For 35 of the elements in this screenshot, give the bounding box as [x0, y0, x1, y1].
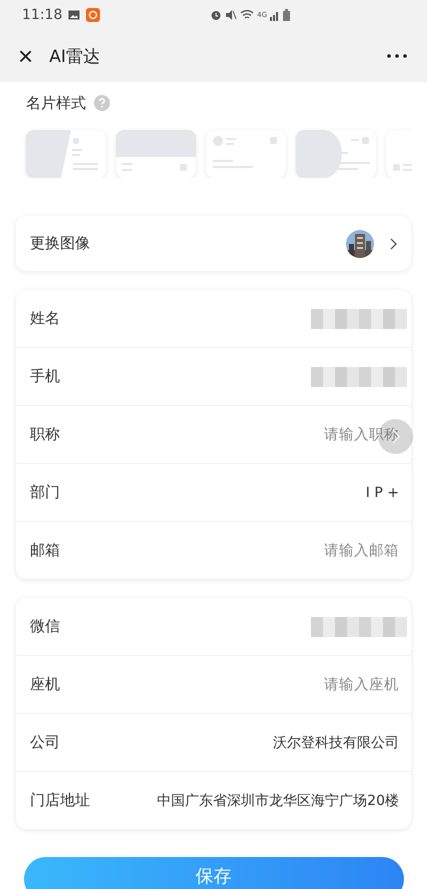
row-label: 更换图像 — [30, 234, 90, 253]
signal-icon — [270, 10, 280, 20]
input-field[interactable]: 请输入邮箱 — [323, 542, 399, 558]
alarm-icon — [210, 9, 222, 21]
page-title: AI雷达 — [49, 46, 100, 68]
chevron-right-icon — [390, 238, 397, 250]
field-label: 职称 — [30, 425, 60, 444]
field-label: 姓名 — [30, 309, 60, 328]
card-style-option[interactable] — [26, 130, 106, 178]
field-label: 部门 — [30, 483, 60, 502]
more-icon[interactable] — [387, 54, 407, 58]
app-icon — [86, 8, 100, 22]
mute-icon — [225, 9, 238, 21]
status-time: 11:18 — [22, 7, 62, 23]
field-label: 手机 — [30, 367, 60, 386]
card-style-option[interactable] — [296, 130, 376, 178]
field-label: 门店地址 — [30, 791, 90, 810]
input-field[interactable]: I P + — [296, 484, 399, 500]
section-title: 名片样式 — [26, 94, 86, 112]
field-label: 微信 — [30, 617, 60, 636]
field-label: 公司 — [30, 733, 60, 752]
field-label: 座机 — [30, 675, 60, 694]
close-button[interactable]: × — [10, 43, 42, 69]
help-icon[interactable] — [94, 95, 110, 111]
card-style-option[interactable] — [206, 130, 286, 178]
input-field[interactable]: 请输入职称 — [323, 426, 399, 442]
input-field[interactable]: 请输入座机 — [323, 676, 399, 692]
change-avatar-row[interactable]: 更换图像 — [16, 216, 411, 271]
input-field[interactable]: 中国广东省深圳市龙华区海宁广场20楼 — [137, 792, 399, 808]
input-field[interactable]: 沃尔登科技有限公司 — [239, 734, 399, 750]
card-style-option[interactable] — [116, 130, 196, 178]
wifi-icon — [240, 9, 254, 21]
battery-icon — [283, 9, 290, 21]
image-icon — [68, 10, 80, 20]
field-label: 邮箱 — [30, 541, 60, 560]
